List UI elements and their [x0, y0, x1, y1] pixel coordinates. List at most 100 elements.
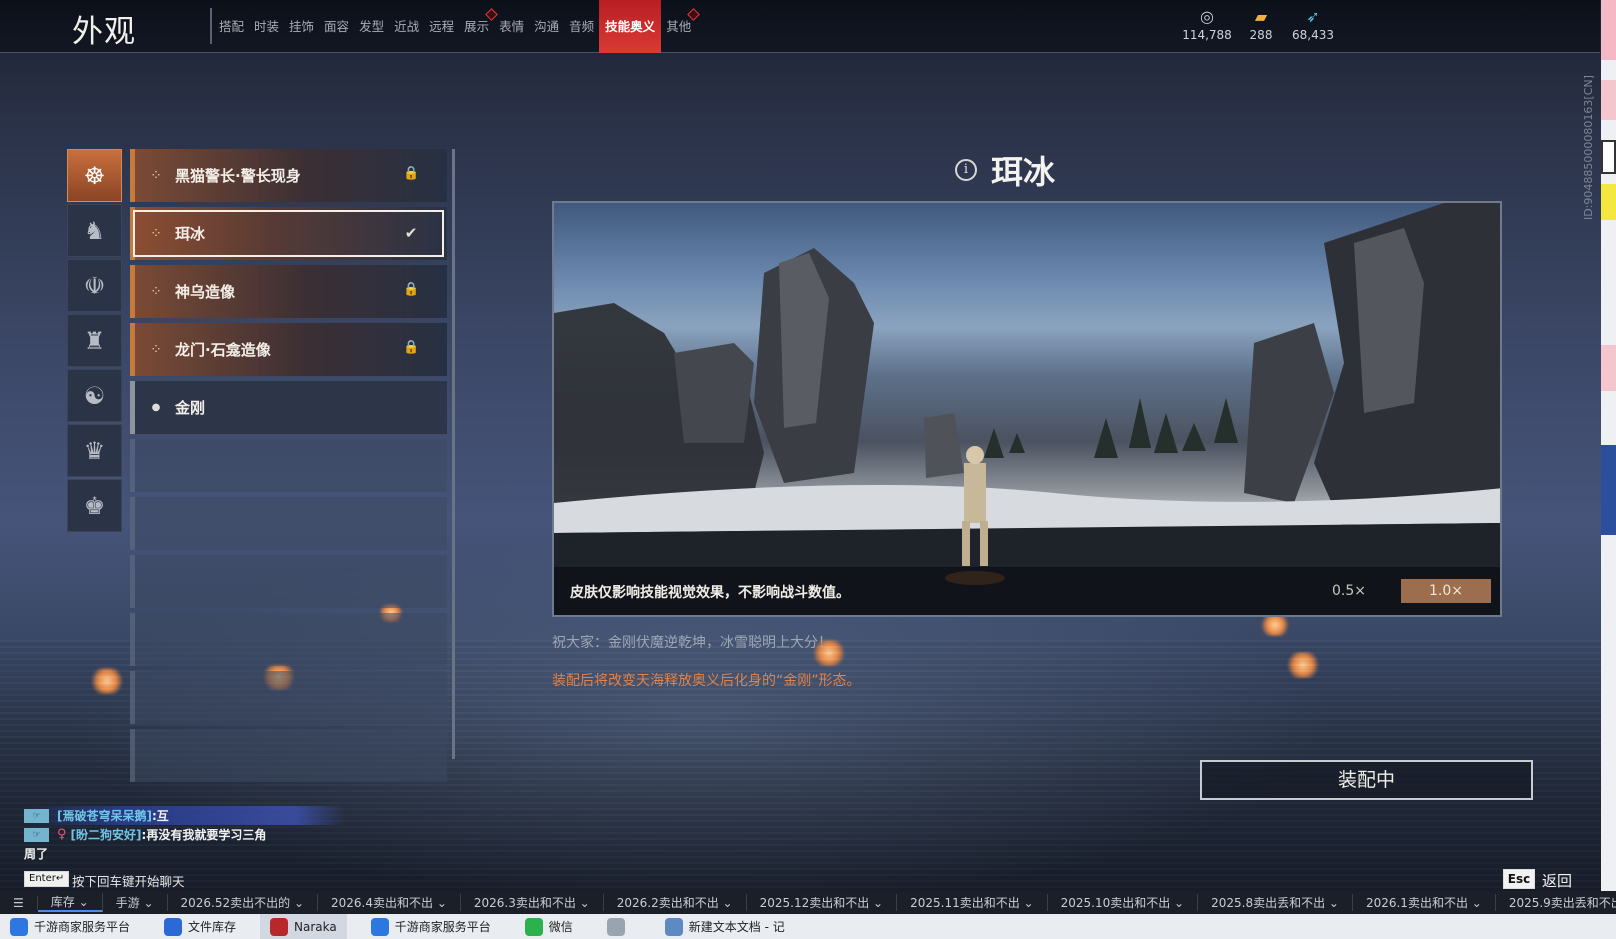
category-4[interactable]: ♜ [67, 314, 122, 367]
tab-11[interactable]: 技能奥义 [599, 0, 662, 53]
top-bar: 外观 搭配 时装 挂饰 面容 发型 近战 远程 展示 表情 沟通 音频 技能奥义 其他 ◎ 114,788… [0, 0, 1600, 53]
skill-sigil-icon: ⁘ [150, 225, 162, 242]
taskbar-app[interactable]: 千游商家服务平台 [361, 914, 501, 939]
app-icon [164, 917, 183, 936]
bookmark-folder[interactable]: 2026.2卖出和不出 ⌄ [604, 894, 747, 911]
category-3[interactable]: ☫ [67, 259, 122, 312]
taskbar-app-label: 微信 [548, 920, 573, 934]
category-5[interactable]: ☯ [67, 369, 122, 422]
taskbar-app-label: 文件库存 [188, 920, 237, 934]
skill-name: 龙门·石龛造像 [175, 341, 271, 359]
tab-9[interactable]: 沟通 [529, 0, 564, 53]
equip-effect-note: 装配后将改变天海释放奥义后化身的“金刚”形态。 [552, 673, 861, 689]
chat-sender[interactable]: [盼二狗安好] [71, 826, 142, 843]
tab-3[interactable]: 面容 [319, 0, 354, 53]
empty-slot [130, 555, 447, 608]
bookmark-folder[interactable]: 库存 ⌄ [37, 893, 103, 912]
playback-speed-0-5-button[interactable]: 0.5× [1314, 579, 1384, 603]
cat-figure-4-icon: ♜ [83, 326, 106, 355]
layers-icon: ☰ [0, 895, 38, 910]
bookmark-folder[interactable]: 2025.12卖出和不出 ⌄ [747, 894, 898, 911]
back-button[interactable]: 返回 [1542, 870, 1572, 891]
skill-name: 黑猫警长·警长现身 [175, 167, 301, 185]
esc-key-badge[interactable]: Esc [1503, 869, 1535, 889]
bookmark-folder[interactable]: 2026.52卖出不出的 ⌄ [168, 894, 319, 911]
page-title: 外观 [72, 14, 136, 50]
skill-item[interactable]: ⁘ 珥冰 ✔ [130, 207, 447, 260]
equip-button[interactable]: 装配中 [1200, 760, 1533, 800]
taskbar-app[interactable] [597, 914, 641, 939]
bookmark-folder[interactable]: 2025.9卖出丢和不出 ⌄ [1496, 894, 1616, 911]
taskbar-app-label: 千游商家服务平台 [34, 920, 131, 934]
taskbar-app[interactable]: 文件库存 [154, 914, 246, 939]
skill-sigil-icon: ⁘ [150, 283, 162, 300]
tab-label: 近战 [394, 19, 420, 34]
taskbar-app[interactable]: 新建文本文档 - 记 [655, 914, 795, 939]
bookmark-folder[interactable]: 2026.4卖出和不出 ⌄ [318, 894, 461, 911]
cat-figure-3-icon: ☫ [83, 271, 106, 300]
skill-item[interactable]: ⁘ 黑猫警长·警长现身 🔒 [130, 149, 447, 202]
empty-slot [130, 439, 447, 492]
tab-4[interactable]: 发型 [354, 0, 389, 53]
taskbar-app[interactable]: Naraka [260, 914, 347, 939]
skill-item[interactable]: ⁘ 龙门·石龛造像 🔒 [130, 323, 447, 376]
chat-text: 互 [156, 809, 169, 823]
tab-2[interactable]: 挂饰 [284, 0, 319, 53]
empty-slot [130, 671, 447, 724]
selected-skill-name: 珥冰 [991, 153, 1056, 191]
bookmark-folder[interactable]: 手游 ⌄ [103, 894, 168, 911]
chat-message: ☞ ♀ [盼二狗安好]: 再没有我就要学习三角 [24, 825, 344, 844]
info-icon[interactable]: i [955, 159, 977, 181]
tab-0[interactable]: 搭配 [214, 0, 249, 53]
lock-icon: 🔒 [403, 282, 420, 297]
skin-blessing-text: 祝大家：金刚伏魔逆乾坤，冰雪聪明上大分！ [552, 635, 832, 651]
chat-text: 周了 [24, 847, 49, 861]
bookmark-folder[interactable]: 2026.1卖出和不出 ⌄ [1353, 894, 1496, 911]
tab-12[interactable]: 其他 [661, 0, 701, 53]
chat-text: 再没有我就要学习三角 [146, 828, 267, 842]
chat-sender[interactable]: [焉破苍穹呆呆鹅] [57, 807, 152, 824]
cat-figure-7-icon: ♚ [83, 491, 106, 520]
playback-speed-1-0-button[interactable]: 1.0× [1401, 579, 1491, 603]
app-icon [370, 917, 389, 936]
feather-icon: ➶ [1306, 7, 1320, 26]
tab-8[interactable]: 表情 [494, 0, 529, 53]
bookmarks-bar: ☰ 库存 ⌄ 手游 ⌄ 2026.52卖出不出的 ⌄ 2026.4卖出和不出 ⌄ 2026… [0, 891, 1616, 914]
app-icon [524, 917, 543, 936]
checkmark-icon: ✔ [404, 224, 418, 242]
tab-7[interactable]: 展示 [459, 0, 498, 53]
tab-label: 远程 [429, 19, 455, 34]
tab-label: 搭配 [219, 19, 245, 34]
tab-label: 音频 [569, 19, 595, 34]
skill-sigil-icon: ⁘ [150, 341, 162, 358]
preview-scene [554, 203, 1500, 615]
tab-10[interactable]: 音频 [564, 0, 599, 53]
category-6[interactable]: ♛ [67, 424, 122, 477]
bookmark-folder[interactable]: 2026.3卖出和不出 ⌄ [461, 894, 604, 911]
app-icon [270, 917, 289, 936]
currency-value: 114,788 [1182, 28, 1232, 42]
taskbar-app[interactable]: 千游商家服务平台 [0, 914, 140, 939]
tab-6[interactable]: 远程 [424, 0, 459, 53]
skill-item[interactable]: ⁘ 神乌造像 🔒 [130, 265, 447, 318]
bookmark-folder[interactable]: 2025.10卖出和不出 ⌄ [1048, 894, 1199, 911]
tab-label: 面容 [324, 19, 350, 34]
bookmark-folder[interactable]: 2025.8卖出丢和不出 ⌄ [1198, 894, 1353, 911]
bookmark-folder[interactable]: 2025.11卖出和不出 ⌄ [897, 894, 1048, 911]
empty-slot [130, 613, 447, 666]
category-1[interactable]: ☸ [67, 149, 122, 202]
skin-disclaimer: 皮肤仅影响技能视觉效果，不影响战斗数值。 [570, 585, 850, 601]
chat-hint: 按下回车键开始聊天 [72, 874, 185, 889]
chat-channel-icon: ☞ [24, 808, 49, 823]
cat-figure-2-icon: ♞ [83, 216, 106, 245]
category-7[interactable]: ♚ [67, 479, 122, 532]
list-scrollbar[interactable] [452, 149, 455, 759]
taskbar-app[interactable]: 微信 [515, 914, 583, 939]
category-2[interactable]: ♞ [67, 204, 122, 257]
tab-label: 时装 [254, 19, 280, 34]
skill-item[interactable]: ● 金刚 [130, 381, 447, 434]
tab-label: 挂饰 [289, 19, 315, 34]
tab-5[interactable]: 近战 [389, 0, 424, 53]
tab-1[interactable]: 时装 [249, 0, 284, 53]
windows-taskbar: 千游商家服务平台 文件库存 Naraka 千游商家服务平台 微信 新建文本文档 - 记 [0, 914, 1616, 939]
